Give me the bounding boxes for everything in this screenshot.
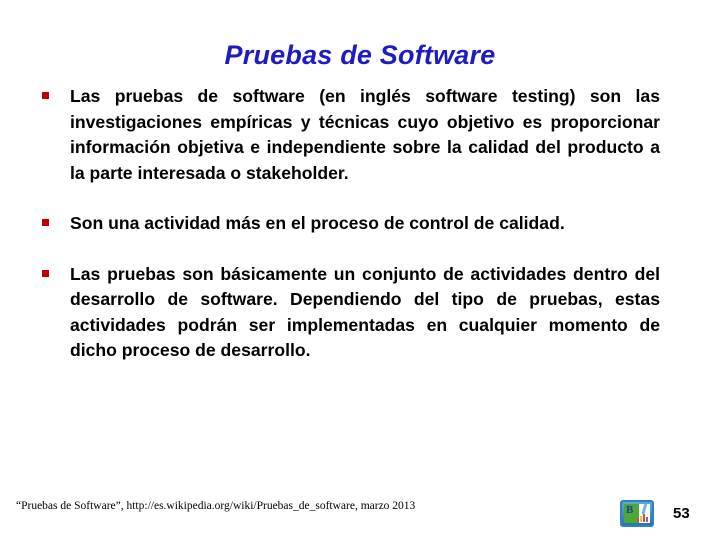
logo-letter: B [626, 504, 634, 516]
picture-placeholder-icon: B [620, 500, 654, 527]
list-item-text: Son una actividad más en el proceso de c… [70, 213, 565, 233]
source-citation: “Pruebas de Software”, http://es.wikiped… [16, 500, 416, 512]
square-bullet-icon [42, 219, 49, 226]
logo-slash-mark [641, 504, 648, 514]
slide-canvas: Pruebas de Software Las pruebas de softw… [0, 0, 720, 540]
list-item-text: Las pruebas son básicamente un conjunto … [70, 263, 660, 361]
logo-bars [637, 514, 649, 522]
list-item-text: Las pruebas de software (en inglés softw… [70, 86, 660, 183]
list-item: Son una actividad más en el proceso de c… [40, 211, 660, 237]
list-item: Las pruebas de software (en inglés softw… [40, 84, 660, 186]
page-title: Pruebas de Software [224, 40, 496, 70]
logo-inner: B [624, 504, 650, 523]
page-number: 53 [673, 505, 690, 522]
square-bullet-icon [42, 92, 49, 99]
square-bullet-icon [42, 269, 49, 277]
list-item: Las pruebas son básicamente un conjunto … [40, 262, 660, 364]
bullet-list: Las pruebas de software (en inglés softw… [40, 84, 660, 364]
